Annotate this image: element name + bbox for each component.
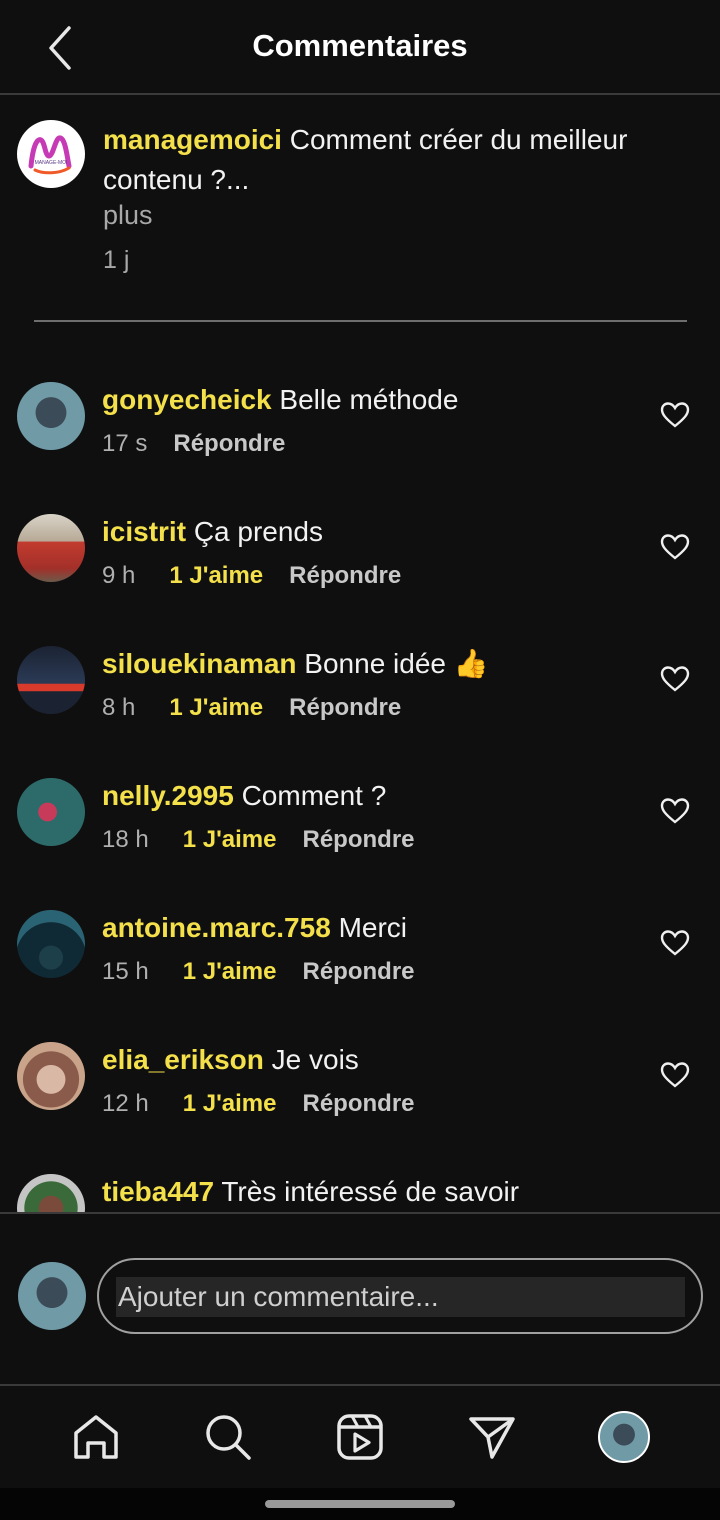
like-count[interactable]: 1 J'aime bbox=[183, 826, 277, 854]
logo-icon: MANAGE-MOI bbox=[28, 135, 72, 175]
comment-meta: 17 s Répondre bbox=[102, 430, 285, 458]
comment-timestamp: 8 h bbox=[102, 694, 136, 721]
comment-text: nelly.2995 Comment ? bbox=[102, 776, 386, 816]
search-icon bbox=[206, 1415, 251, 1460]
comment-timestamp: 15 h bbox=[102, 958, 149, 985]
caption-timestamp: 1 j bbox=[103, 246, 130, 274]
like-count[interactable]: 1 J'aime bbox=[183, 1090, 277, 1118]
heart-icon[interactable] bbox=[660, 664, 690, 694]
comment-item: elia_erikson Je vois 12 h 1 J'aime Répon… bbox=[0, 1042, 720, 1162]
comment-username[interactable]: tieba447 bbox=[102, 1176, 214, 1207]
nav-search[interactable] bbox=[198, 1407, 258, 1467]
heart-icon[interactable] bbox=[660, 796, 690, 826]
reply-button[interactable]: Répondre bbox=[173, 430, 285, 458]
caption-text: managemoici Comment créer du meilleur co… bbox=[103, 120, 673, 200]
comment-list[interactable]: gonyecheick Belle méthode 17 s Répondre … bbox=[0, 340, 720, 1212]
comment-text: silouekinaman Bonne idée 👍 bbox=[102, 644, 489, 684]
like-count[interactable]: 1 J'aime bbox=[169, 694, 263, 722]
comment-timestamp: 9 h bbox=[102, 562, 136, 589]
comment-username[interactable]: nelly.2995 bbox=[102, 780, 234, 811]
avatar[interactable] bbox=[17, 910, 85, 978]
comment-text: gonyecheick Belle méthode bbox=[102, 380, 458, 420]
comment-item: tieba447 Très intéressé de savoir bbox=[0, 1174, 720, 1212]
comment-timestamp: 17 s bbox=[102, 430, 148, 457]
nav-home[interactable] bbox=[66, 1407, 126, 1467]
more-link[interactable]: plus bbox=[103, 200, 153, 231]
comment-meta: 18 h 1 J'aime Répondre bbox=[102, 826, 415, 854]
bottom-nav bbox=[0, 1386, 720, 1488]
avatar[interactable] bbox=[17, 1174, 85, 1212]
comment-input-container[interactable] bbox=[97, 1258, 703, 1334]
reply-button[interactable]: Répondre bbox=[289, 562, 401, 590]
page-title: Commentaires bbox=[252, 28, 468, 63]
home-icon bbox=[74, 1415, 118, 1459]
comment-meta: 9 h 1 J'aime Répondre bbox=[102, 562, 401, 590]
comment-username[interactable]: silouekinaman bbox=[102, 648, 297, 679]
header: Commentaires bbox=[0, 0, 720, 95]
comment-item: antoine.marc.758 Merci 15 h 1 J'aime Rép… bbox=[0, 910, 720, 1030]
comment-username[interactable]: elia_erikson bbox=[102, 1044, 264, 1075]
reels-icon bbox=[337, 1414, 383, 1460]
reply-button[interactable]: Répondre bbox=[303, 826, 415, 854]
comment-meta: 12 h 1 J'aime Répondre bbox=[102, 1090, 415, 1118]
comment-body: Merci bbox=[338, 912, 408, 943]
avatar[interactable]: MANAGE-MOI bbox=[17, 120, 85, 188]
comment-item: icistrit Ça prends 9 h 1 J'aime Répondre bbox=[0, 514, 720, 634]
avatar bbox=[18, 1262, 86, 1330]
comment-body: Belle méthode bbox=[279, 384, 459, 415]
comment-body: Très intéressé de savoir bbox=[221, 1176, 520, 1207]
svg-text:MANAGE-MOI: MANAGE-MOI bbox=[35, 160, 68, 166]
heart-icon[interactable] bbox=[660, 400, 690, 430]
comment-body: Ça prends bbox=[193, 516, 323, 547]
comment-item: nelly.2995 Comment ? 18 h 1 J'aime Répon… bbox=[0, 778, 720, 898]
system-home-bar bbox=[0, 1488, 720, 1520]
reply-button[interactable]: Répondre bbox=[289, 694, 401, 722]
comment-username[interactable]: gonyecheick bbox=[102, 384, 272, 415]
comment-composer bbox=[0, 1212, 720, 1386]
heart-icon[interactable] bbox=[660, 532, 690, 562]
comment-username[interactable]: antoine.marc.758 bbox=[102, 912, 331, 943]
reply-button[interactable]: Répondre bbox=[303, 958, 415, 986]
caption-username[interactable]: managemoici bbox=[103, 124, 282, 155]
heart-icon[interactable] bbox=[660, 1060, 690, 1090]
avatar[interactable] bbox=[17, 514, 85, 582]
nav-profile[interactable] bbox=[594, 1407, 654, 1467]
comment-item: silouekinaman Bonne idée 👍 8 h 1 J'aime … bbox=[0, 646, 720, 766]
comment-username[interactable]: icistrit bbox=[102, 516, 186, 547]
comment-timestamp: 12 h bbox=[102, 1090, 149, 1117]
like-count[interactable]: 1 J'aime bbox=[169, 562, 263, 590]
comment-body: Je vois bbox=[271, 1044, 359, 1075]
send-icon bbox=[469, 1417, 515, 1459]
nav-reels[interactable] bbox=[330, 1407, 390, 1467]
comment-text: icistrit Ça prends bbox=[102, 512, 323, 552]
avatar[interactable] bbox=[17, 646, 85, 714]
avatar[interactable] bbox=[17, 778, 85, 846]
profile-avatar bbox=[598, 1411, 650, 1463]
comment-item: gonyecheick Belle méthode 17 s Répondre bbox=[0, 382, 720, 502]
comment-text: antoine.marc.758 Merci bbox=[102, 908, 407, 948]
comment-text: tieba447 Très intéressé de savoir bbox=[102, 1172, 519, 1212]
comment-text: elia_erikson Je vois bbox=[102, 1040, 359, 1080]
avatar[interactable] bbox=[17, 1042, 85, 1110]
comment-body: Bonne idée 👍 bbox=[304, 648, 489, 679]
comment-meta: 15 h 1 J'aime Répondre bbox=[102, 958, 415, 986]
home-indicator[interactable] bbox=[265, 1500, 455, 1508]
avatar[interactable] bbox=[17, 382, 85, 450]
comment-input[interactable] bbox=[116, 1277, 685, 1317]
comment-timestamp: 18 h bbox=[102, 826, 149, 853]
nav-messages[interactable] bbox=[462, 1407, 522, 1467]
like-count[interactable]: 1 J'aime bbox=[183, 958, 277, 986]
comment-body: Comment ? bbox=[241, 780, 387, 811]
reply-button[interactable]: Répondre bbox=[303, 1090, 415, 1118]
heart-icon[interactable] bbox=[660, 928, 690, 958]
caption-divider bbox=[34, 320, 687, 322]
comment-meta: 8 h 1 J'aime Répondre bbox=[102, 694, 401, 722]
